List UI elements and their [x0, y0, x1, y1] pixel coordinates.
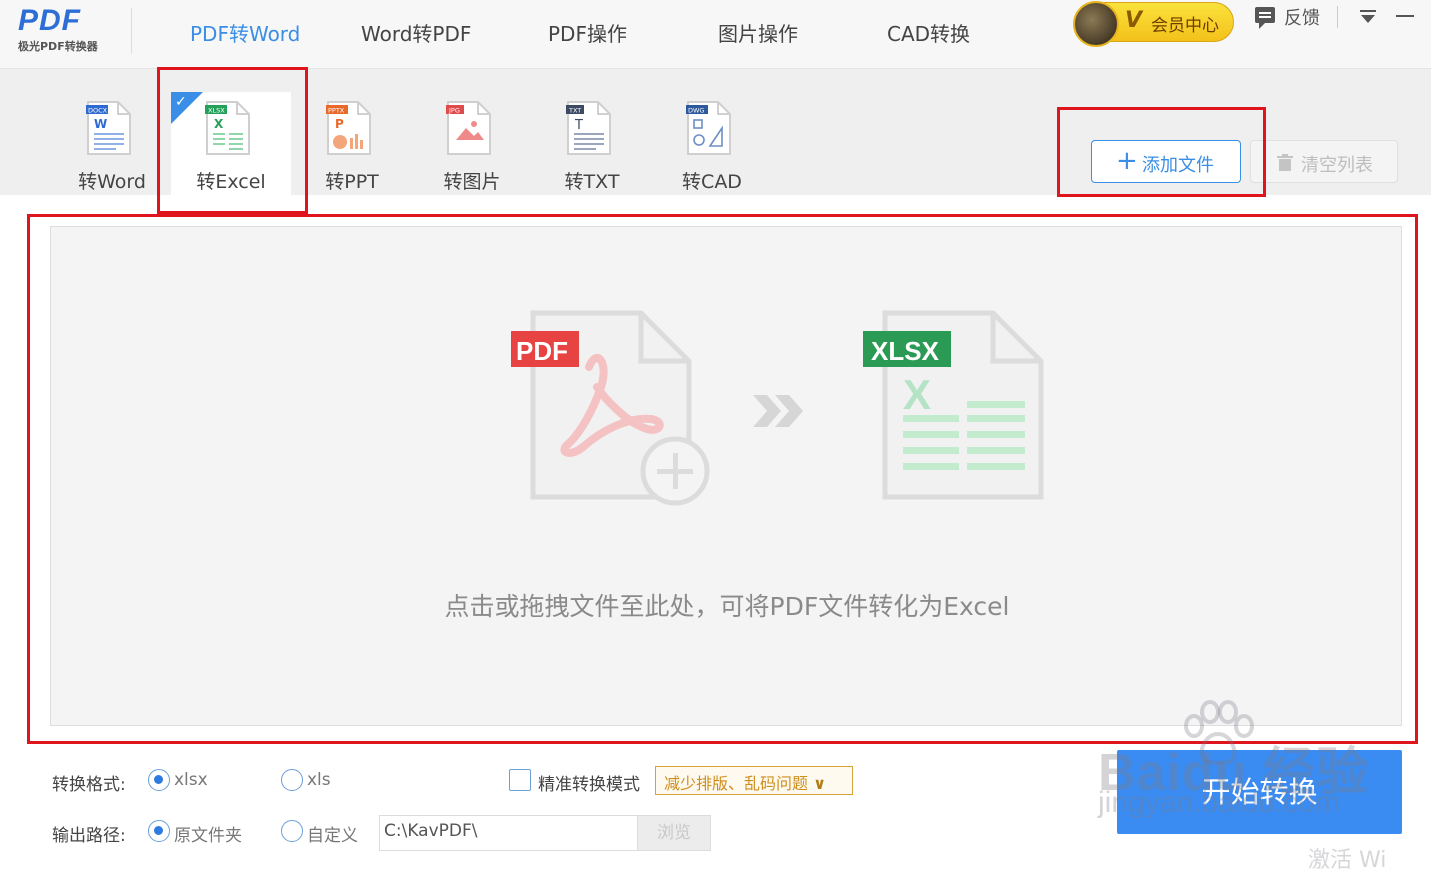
format-option-xls-label[interactable]: xls	[307, 770, 331, 790]
logo-divider	[131, 8, 132, 54]
tool-to-excel[interactable]: ✓ XLSX X 转Excel	[171, 92, 291, 196]
txt-file-icon: TXT T	[566, 101, 611, 155]
menu-dropdown-icon[interactable]	[1360, 10, 1376, 24]
tool-to-ppt[interactable]: PPTX P 转PPT	[292, 92, 412, 196]
output-path-input[interactable]: C:\KavPDF\	[379, 815, 638, 851]
svg-text:T: T	[574, 118, 583, 133]
app-logo-subtitle: 极光PDF转换器	[18, 40, 98, 53]
chevron-down-icon: ∨	[813, 774, 827, 793]
tab-pdf-operations[interactable]: PDF操作	[548, 18, 627, 47]
add-file-label: 添加文件	[1142, 155, 1214, 176]
tool-label: 转Word	[78, 171, 146, 193]
tool-label: 转PPT	[325, 171, 379, 193]
vip-center-label: 会员中心	[1151, 16, 1219, 36]
tool-to-txt[interactable]: TXT T 转TXT	[532, 92, 652, 196]
file-drop-zone[interactable]: PDF XLSX X 点击或拖拽文件至此处，可将PDF文件转化为Excel	[50, 226, 1402, 726]
message-icon	[1255, 7, 1275, 29]
trash-icon	[1277, 154, 1293, 171]
svg-text:W: W	[94, 117, 107, 131]
format-label: 转换格式:	[52, 775, 126, 795]
output-path-label: 输出路径:	[52, 826, 126, 846]
tab-image-operations[interactable]: 图片操作	[718, 18, 798, 47]
avatar	[1073, 1, 1119, 47]
output-option-custom-label[interactable]: 自定义	[307, 821, 358, 846]
docx-file-icon: DOCX W	[86, 101, 131, 155]
precise-mode-label[interactable]: 精准转换模式	[538, 770, 640, 795]
pdf-badge: PDF	[516, 336, 568, 366]
add-file-button[interactable]: + 添加文件	[1091, 140, 1241, 183]
clear-list-button[interactable]: 清空列表	[1250, 140, 1398, 183]
vip-center-button[interactable]: V 会员中心	[1073, 1, 1234, 47]
double-chevron-icon	[753, 395, 803, 427]
precise-mode-checkbox[interactable]	[509, 769, 531, 791]
tool-label: 转图片	[443, 171, 501, 193]
pdf-document-icon: PDF	[511, 310, 710, 506]
xlsx-badge: XLSX	[871, 336, 940, 366]
xlsx-document-icon: XLSX X	[863, 310, 1044, 500]
tool-label: 转TXT	[564, 171, 620, 193]
xlsx-file-icon: XLSX X	[205, 101, 250, 155]
precise-tag-text: 减少排版、乱码问题	[664, 774, 809, 793]
svg-text:X: X	[214, 117, 224, 131]
watermark-footer: 激活 Wi	[1308, 848, 1387, 873]
toolbar-divider	[1337, 6, 1338, 28]
format-option-xlsx-label[interactable]: xlsx	[174, 770, 208, 790]
plus-icon: +	[1116, 146, 1138, 176]
svg-text:DOCX: DOCX	[88, 107, 108, 115]
start-conversion-button[interactable]: 开始转换	[1117, 750, 1402, 834]
tool-to-word[interactable]: DOCX W 转Word	[52, 92, 172, 196]
tab-word-to-pdf[interactable]: Word转PDF	[361, 18, 471, 47]
svg-text:XLSX: XLSX	[208, 107, 225, 115]
svg-text:PPTX: PPTX	[328, 107, 345, 115]
tab-pdf-to-word[interactable]: PDF转Word	[190, 18, 300, 47]
browse-button[interactable]: 浏览	[637, 815, 711, 851]
format-radio-xlsx[interactable]	[148, 769, 170, 791]
pptx-file-icon: PPTX P	[326, 101, 371, 155]
output-radio-original-folder[interactable]	[148, 820, 170, 842]
svg-text:JPG: JPG	[448, 107, 460, 115]
feedback-label: 反馈	[1284, 8, 1320, 29]
minimize-icon[interactable]	[1396, 15, 1414, 17]
jpg-file-icon: JPG	[446, 101, 491, 155]
tab-cad-conversion[interactable]: CAD转换	[887, 18, 970, 47]
output-radio-custom[interactable]	[281, 820, 303, 842]
svg-text:X: X	[903, 371, 931, 418]
precise-mode-tag-label: 减少排版、乱码问题 ∨	[664, 770, 826, 794]
tool-to-cad[interactable]: DWG 转CAD	[652, 92, 772, 196]
output-option-original-label[interactable]: 原文件夹	[174, 821, 242, 846]
precise-mode-tag[interactable]: 减少排版、乱码问题 ∨	[655, 766, 853, 795]
svg-text:P: P	[335, 117, 344, 131]
tool-label: 转CAD	[682, 171, 742, 193]
drop-zone-hint: 点击或拖拽文件至此处，可将PDF文件转化为Excel	[444, 592, 1010, 621]
tool-to-image[interactable]: JPG 转图片	[412, 92, 532, 196]
pdf-to-xlsx-illustration: PDF XLSX X	[511, 310, 1044, 506]
app-logo: PDF	[18, 4, 81, 37]
selected-check-icon: ✓	[171, 92, 203, 124]
svg-text:TXT: TXT	[568, 107, 581, 115]
vip-badge-icon: V	[1125, 8, 1143, 33]
dwg-file-icon: DWG	[686, 101, 731, 155]
tool-label: 转Excel	[196, 171, 266, 193]
clear-list-label: 清空列表	[1301, 155, 1373, 176]
format-radio-xls[interactable]	[281, 769, 303, 791]
svg-text:DWG: DWG	[688, 107, 704, 115]
